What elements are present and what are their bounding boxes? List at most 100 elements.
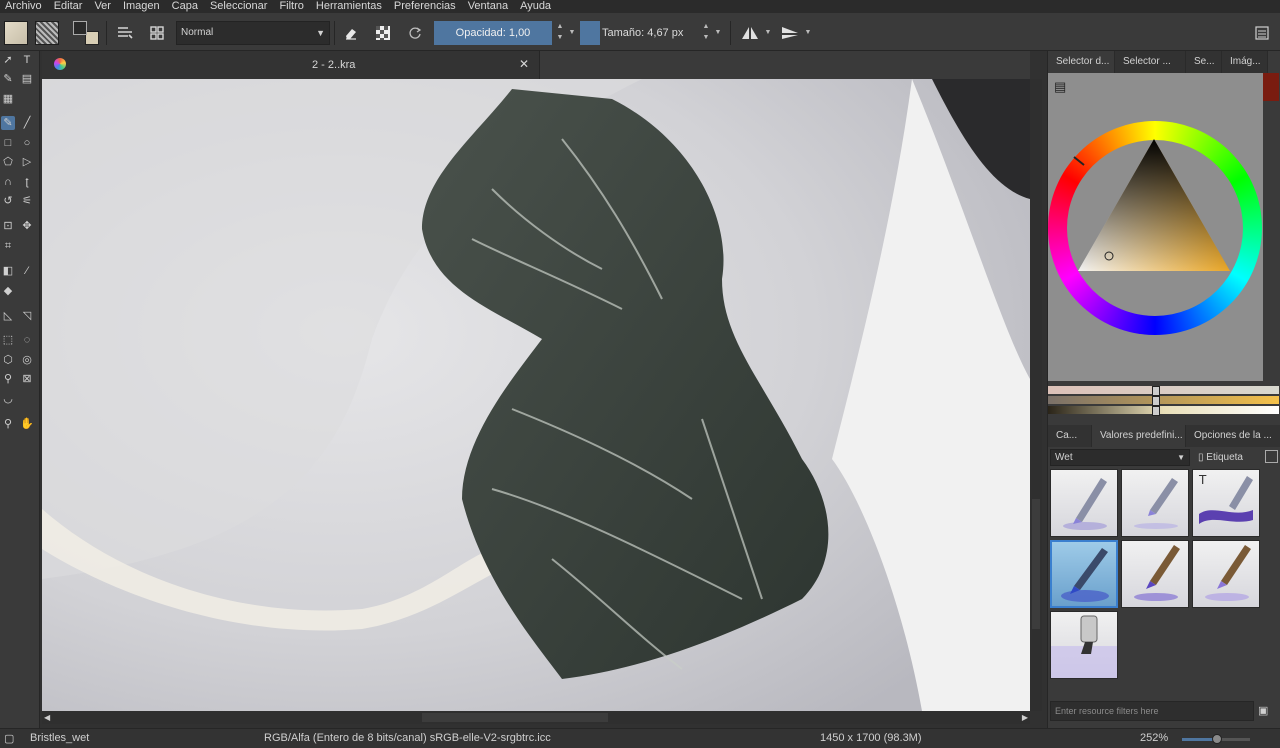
bezier-selection-tool-icon[interactable]: ◡ [1,392,15,406]
document-tab[interactable]: 2 - 2..kra ✕ [42,51,540,79]
freehand-selection-tool-icon[interactable]: ◎ [20,353,34,367]
chevron-down-icon[interactable]: ▼ [802,21,814,45]
chevron-down-icon[interactable]: ▼ [712,21,724,45]
save-icon[interactable]: ▣ [1258,704,1272,718]
preserve-alpha-icon[interactable] [371,21,395,45]
menu-ventana[interactable]: Ventana [468,0,508,13]
zoom-slider[interactable] [1182,734,1250,744]
scrollbar-thumb[interactable] [422,713,608,722]
close-icon[interactable]: ✕ [519,57,529,71]
menu-seleccionar[interactable]: Seleccionar [210,0,267,13]
bezier-tool-icon[interactable]: ∩ [1,175,15,189]
menu-capa[interactable]: Capa [172,0,198,13]
brush-editor-icon[interactable] [113,21,137,45]
tab-image[interactable]: Imág... [1222,51,1268,73]
text-tool-icon[interactable]: T [20,53,34,67]
slider-handle[interactable] [1152,386,1160,396]
rectangular-selection-tool-icon[interactable]: ⬚ [1,333,15,347]
brush-preset-item[interactable]: T [1192,469,1260,537]
brush-preset-item[interactable] [1050,611,1118,679]
select-shapes-tool-icon[interactable]: ➚ [1,53,15,67]
measure-tool-icon[interactable]: ◹ [20,309,34,323]
resource-filter-input[interactable]: Enter resource filters here [1050,701,1254,721]
dynamic-brush-tool-icon[interactable]: ↺ [1,194,15,208]
value-slider[interactable] [1048,406,1279,414]
brush-preset-item[interactable] [1121,469,1189,537]
reload-preset-icon[interactable] [403,21,427,45]
mirror-vertical-icon[interactable] [778,21,802,45]
scrollbar-thumb[interactable] [1032,499,1040,629]
contiguous-selection-tool-icon[interactable]: ⚲ [1,372,15,386]
menu-imagen[interactable]: Imagen [123,0,160,13]
size-slider-fill[interactable] [580,21,600,45]
fg-bg-color-selector[interactable] [73,21,99,45]
menu-ver[interactable]: Ver [94,0,111,13]
similar-selection-tool-icon[interactable]: ⊠ [20,372,34,386]
elliptical-selection-tool-icon[interactable]: ◌ [20,333,34,347]
brush-preset-item[interactable] [1192,540,1260,608]
opacity-slider[interactable]: Opacidad: 1,00 [434,21,552,45]
polygonal-selection-tool-icon[interactable]: ⬡ [1,353,15,367]
menu-archivo[interactable]: Archivo [5,0,42,13]
foreground-color-swatch[interactable] [73,21,87,35]
size-spinner[interactable]: ▲ ▼ [700,21,712,45]
menu-editar[interactable]: Editar [54,0,83,13]
slider-handle[interactable] [1152,406,1160,416]
crop-tool-icon[interactable]: ⌗ [1,239,15,253]
freehand-brush-tool-icon[interactable]: ✎ [1,116,15,130]
pan-tool-icon[interactable]: ✋ [20,417,34,431]
blend-mode-select[interactable]: Normal ▼ [176,21,330,45]
chevron-down-icon[interactable]: ▼ [566,21,578,45]
gradient-swatch[interactable] [4,21,28,45]
vertical-scrollbar[interactable] [1030,79,1042,711]
opacity-spinner[interactable]: ▲ ▼ [554,21,566,45]
zoom-slider-handle[interactable] [1212,734,1223,744]
pattern-tool-icon[interactable]: ▦ [1,92,15,106]
tab-third[interactable]: Se... [1186,51,1222,73]
zoom-tool-icon[interactable]: ⚲ [1,417,15,431]
tab-tool-options[interactable]: Opciones de la ... [1186,425,1280,447]
preset-chooser-icon[interactable] [145,21,169,45]
color-wheel[interactable] [1048,73,1263,381]
scroll-right-icon[interactable]: ▶ [1022,713,1028,722]
chevron-down-icon[interactable]: ▼ [762,21,774,45]
brush-preset-item[interactable] [1121,540,1189,608]
polygon-tool-icon[interactable]: ⬠ [1,155,15,169]
transform-tool-icon[interactable]: ⊡ [1,219,15,233]
saturation-slider[interactable] [1048,396,1279,404]
color-picker-tool-icon[interactable]: ⁄ [20,264,34,278]
panel-menu-icon[interactable] [1250,21,1274,45]
color-selector-area[interactable]: ▤ [1048,73,1263,381]
line-tool-icon[interactable]: ╱ [20,116,34,130]
tab-advanced-color-selector[interactable]: Selector d... [1048,51,1115,73]
brush-preset-item[interactable] [1050,469,1118,537]
tag-button[interactable]: ▯ Etiqueta [1198,449,1260,466]
hue-slider[interactable] [1048,386,1279,394]
edit-shapes-tool-icon[interactable]: ✎ [1,72,15,86]
rectangle-tool-icon[interactable]: □ [1,136,15,150]
preset-tag-select[interactable]: Wet ▼ [1050,449,1190,466]
calligraphy-tool-icon[interactable]: ▤ [20,72,34,86]
tab-brush-presets[interactable]: Valores predefini... [1092,425,1186,447]
eraser-mode-icon[interactable] [339,21,363,45]
ellipse-tool-icon[interactable]: ○ [20,136,34,150]
view-mode-icon[interactable] [1265,450,1278,463]
size-slider[interactable]: Tamaño: 4,67 px [600,21,698,45]
freehand-path-tool-icon[interactable]: ʈ [20,175,34,189]
menu-filtro[interactable]: Filtro [279,0,303,13]
mirror-horizontal-icon[interactable] [738,21,762,45]
menu-herramientas[interactable]: Herramientas [316,0,382,13]
multibrush-tool-icon[interactable]: ⚟ [20,194,34,208]
tab-categories[interactable]: Ca... [1048,425,1092,447]
brush-preset-item-selected[interactable] [1050,540,1118,608]
background-color-swatch[interactable] [85,31,99,45]
scroll-left-icon[interactable]: ◀ [44,713,50,722]
painting-canvas[interactable] [42,79,1030,711]
horizontal-scrollbar[interactable]: ◀ ▶ [42,711,1030,724]
menu-preferencias[interactable]: Preferencias [394,0,456,13]
gradient-tool-icon[interactable]: ◧ [1,264,15,278]
move-tool-icon[interactable]: ✥ [20,219,34,233]
recent-color-swatch[interactable] [1263,73,1279,101]
pattern-swatch[interactable] [35,21,59,45]
fill-tool-icon[interactable]: ◆ [1,284,15,298]
